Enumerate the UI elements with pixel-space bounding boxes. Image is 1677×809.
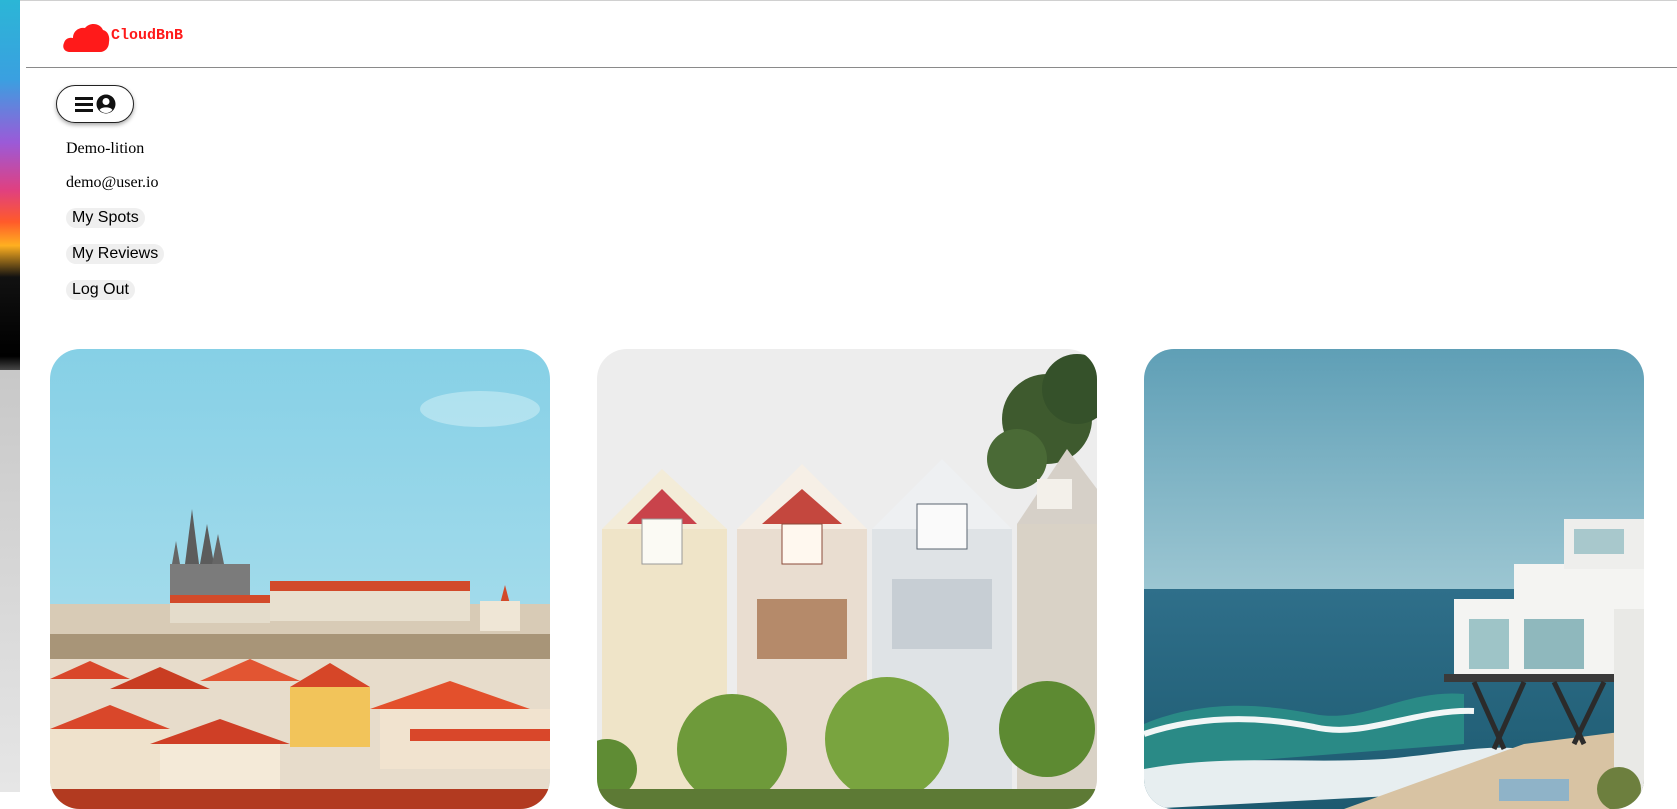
spot-image-victorian [597,349,1097,809]
spot-card-city[interactable] [50,349,550,809]
brand-name: CloudBnB [111,27,184,44]
log-out-button[interactable]: Log Out [66,280,135,300]
user-circle-icon [96,94,115,114]
spot-image-city [50,349,550,809]
home-logo-link[interactable]: CloudBnB [62,21,183,53]
my-reviews-button[interactable]: My Reviews [66,244,165,264]
profile-menu-button[interactable] [56,85,134,123]
my-spots-button[interactable]: My Spots [66,208,145,228]
desktop-wallpaper [0,0,20,792]
hamburger-icon [74,97,93,112]
browser-page: CloudBnB Demo-lition demo@user.io My Spo… [20,0,1677,809]
username-label: Demo-lition [66,140,145,157]
site-header: CloudBnB [26,1,1677,68]
email-label: demo@user.io [66,174,159,191]
spot-card-victorian[interactable] [597,349,1097,809]
cloud-logo-icon [63,24,110,52]
spot-image-beach [1144,349,1644,809]
spot-card-beach[interactable] [1144,349,1644,809]
